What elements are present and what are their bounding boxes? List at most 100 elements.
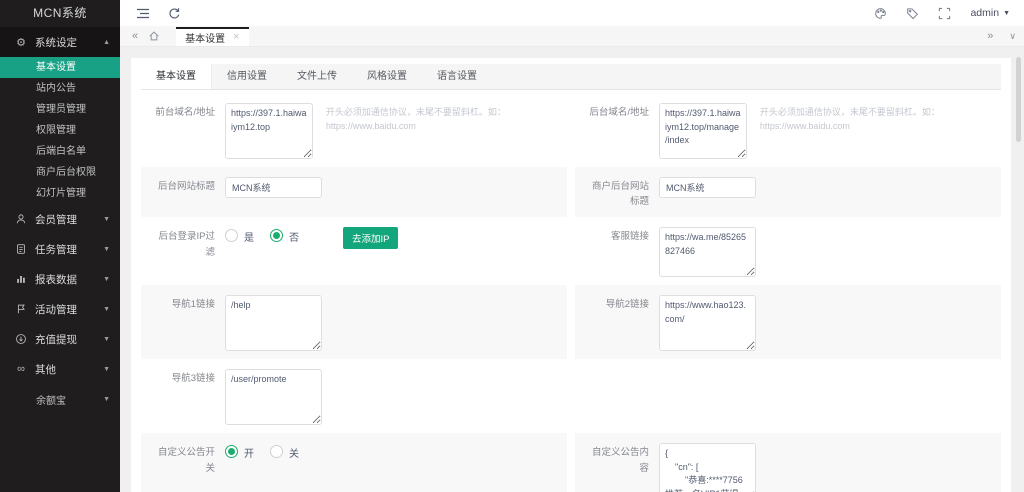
field-admin-title: 后台网站标题 (141, 167, 567, 218)
sidebar-group-label: 活动管理 (35, 303, 77, 316)
field-label: 后台网站标题 (157, 181, 215, 192)
field-label: 后台域名/地址 (589, 107, 649, 118)
sidebar-item-permission-manage[interactable]: 权限管理 (0, 120, 120, 141)
sidebar-group-label: 其他 (35, 363, 56, 376)
scrollbar-thumb[interactable] (1016, 57, 1021, 142)
field-merchant-title: 商户后台网站标题 (575, 167, 1001, 218)
tab-bar-right: » ∨ (983, 30, 1016, 42)
field-service-link: 客服链接 https://wa.me/85265827466 (575, 217, 1001, 285)
ip-filter-no-radio[interactable] (270, 229, 283, 243)
scroll-left-icon[interactable]: « (128, 30, 142, 42)
content-scrollbar[interactable] (1016, 53, 1021, 486)
chevron-down-icon: ▼ (103, 395, 110, 403)
sidebar-item-slideshow-manage[interactable]: 幻灯片管理 (0, 183, 120, 204)
tab-language-settings[interactable]: 语言设置 (422, 64, 492, 89)
theme-icon[interactable] (874, 7, 887, 20)
nav1-link-textarea[interactable]: /help (225, 295, 322, 352)
content-area: 基本设置 信用设置 文件上传 风格设置 语言设置 前台域名/地址 https:/… (120, 47, 1024, 492)
tag-icon[interactable] (906, 7, 919, 20)
field-nav2: 导航2链接 https://www.hao123.com/ (575, 285, 1001, 360)
field-label: 后台登录IP过滤 (158, 231, 215, 258)
sidebar-item-merchant-permission[interactable]: 商户后台权限 (0, 162, 120, 183)
field-label: 自定义公告开关 (157, 447, 215, 474)
field-label: 前台域名/地址 (155, 107, 215, 118)
collapse-menu-icon[interactable] (136, 7, 150, 20)
chevron-down-icon: ▼ (103, 365, 110, 373)
sidebar-group-activities[interactable]: 活动管理 ▼ (0, 294, 120, 324)
field-notice-switch: 自定义公告开关 开 关 (141, 433, 567, 492)
sidebar-item-admin-manage[interactable]: 管理员管理 (0, 99, 120, 120)
field-label: 商户后台网站标题 (591, 181, 649, 208)
sidebar-group-label: 充值提现 (35, 333, 77, 346)
admin-title-input[interactable] (225, 177, 322, 198)
sidebar-group-label: 系统设定 (35, 36, 77, 49)
sidebar-group-other[interactable]: ∞ 其他 ▼ (0, 354, 120, 384)
sidebar-group-label: 报表数据 (35, 273, 77, 286)
sidebar: MCN系统 ⚙ 系统设定 ▲ 基本设置 站内公告 管理员管理 权限管理 后端白名… (0, 0, 120, 492)
settings-form: 前台域名/地址 https://397.1.haiwaiym12.top 开头必… (141, 93, 1001, 492)
user-dropdown[interactable]: admin ▼ (970, 7, 1010, 19)
service-link-textarea[interactable]: https://wa.me/85265827466 (659, 227, 756, 278)
add-ip-button[interactable]: 去添加IP (343, 227, 399, 250)
sidebar-subgroup-yuebao[interactable]: 余额宝 ▼ (0, 384, 120, 414)
sidebar-item-backend-whitelist[interactable]: 后端白名单 (0, 141, 120, 162)
tab-menu-chevron-icon[interactable]: ∨ (1009, 31, 1016, 42)
page-tab-bar: « 基本设置 × » ∨ (120, 26, 1024, 47)
main-area: admin ▼ « 基本设置 × » ∨ 基本设置 信用设置 文件上传 风格设置… (120, 0, 1024, 492)
ip-filter-yes-radio[interactable] (225, 229, 238, 243)
sidebar-group-tasks[interactable]: 任务管理 ▼ (0, 234, 120, 264)
tab-credit-settings[interactable]: 信用设置 (212, 64, 282, 89)
scroll-right-icon[interactable]: » (983, 30, 997, 42)
fullscreen-icon[interactable] (938, 7, 951, 20)
sidebar-item-site-notice[interactable]: 站内公告 (0, 78, 120, 99)
username: admin (970, 7, 1000, 19)
home-icon[interactable] (142, 30, 166, 42)
topbar: admin ▼ (120, 0, 1024, 26)
field-label: 导航1链接 (171, 299, 215, 311)
page-tab-label: 基本设置 (185, 33, 226, 45)
radio-label: 关 (289, 449, 299, 461)
field-empty (575, 359, 1001, 433)
merchant-title-input[interactable] (659, 177, 756, 198)
sidebar-group-system-settings[interactable]: ⚙ 系统设定 ▲ (0, 27, 120, 57)
tab-file-upload[interactable]: 文件上传 (282, 64, 352, 89)
report-icon (14, 273, 28, 285)
sidebar-item-basic-settings[interactable]: 基本设置 (0, 57, 120, 78)
settings-card: 基本设置 信用设置 文件上传 风格设置 语言设置 前台域名/地址 https:/… (130, 57, 1012, 492)
field-front-domain: 前台域名/地址 https://397.1.haiwaiym12.top 开头必… (141, 93, 567, 167)
tab-basic-settings[interactable]: 基本设置 (141, 64, 212, 89)
settings-tabs: 基本设置 信用设置 文件上传 风格设置 语言设置 (141, 64, 1001, 90)
front-domain-textarea[interactable]: https://397.1.haiwaiym12.top (225, 103, 313, 159)
notice-on-radio[interactable] (225, 445, 238, 459)
sidebar-group-reports[interactable]: 报表数据 ▼ (0, 264, 120, 294)
sidebar-group-recharge-withdraw[interactable]: 充值提现 ▼ (0, 324, 120, 354)
page-tab-basic-settings[interactable]: 基本设置 × (176, 26, 249, 46)
sidebar-group-label: 任务管理 (35, 243, 77, 256)
nav3-link-textarea[interactable]: /user/promote (225, 369, 322, 426)
nav2-link-textarea[interactable]: https://www.hao123.com/ (659, 295, 756, 352)
topbar-right: admin ▼ (874, 7, 1010, 20)
chevron-down-icon: ▼ (103, 305, 110, 313)
close-icon[interactable]: × (233, 31, 239, 43)
radio-label: 开 (244, 449, 254, 461)
app-logo: MCN系统 (33, 6, 87, 20)
field-label: 导航2链接 (605, 299, 649, 311)
gear-icon: ⚙ (16, 36, 26, 49)
field-nav1: 导航1链接 /help (141, 285, 567, 360)
chevron-down-icon: ▼ (1003, 9, 1010, 17)
back-domain-textarea[interactable]: https://397.1.haiwaiym12.top/manage/inde… (659, 103, 747, 159)
field-nav3: 导航3链接 /user/promote (141, 359, 567, 433)
radio-label: 否 (289, 233, 299, 245)
refresh-icon[interactable] (168, 7, 181, 20)
sidebar-group-members[interactable]: 会员管理 ▼ (0, 204, 120, 234)
app-window: MCN系统 ⚙ 系统设定 ▲ 基本设置 站内公告 管理员管理 权限管理 后端白名… (0, 0, 1024, 492)
chevron-down-icon: ▼ (103, 215, 110, 223)
sidebar-group-label: 会员管理 (35, 213, 77, 226)
chevron-down-icon: ▼ (103, 335, 110, 343)
field-back-domain: 后台域名/地址 https://397.1.haiwaiym12.top/man… (575, 93, 1001, 167)
field-notice-content: 自定义公告内容 { "cn": [ "恭喜:****7756推荐一名VIP1获得… (575, 433, 1001, 492)
notice-content-textarea[interactable]: { "cn": [ "恭喜:****7756推荐一名VIP1获得USDT20.0… (659, 443, 756, 492)
field-ip-filter: 后台登录IP过滤 是 否 去添加IP (141, 217, 567, 285)
notice-off-radio[interactable] (270, 445, 283, 459)
tab-style-settings[interactable]: 风格设置 (352, 64, 422, 89)
